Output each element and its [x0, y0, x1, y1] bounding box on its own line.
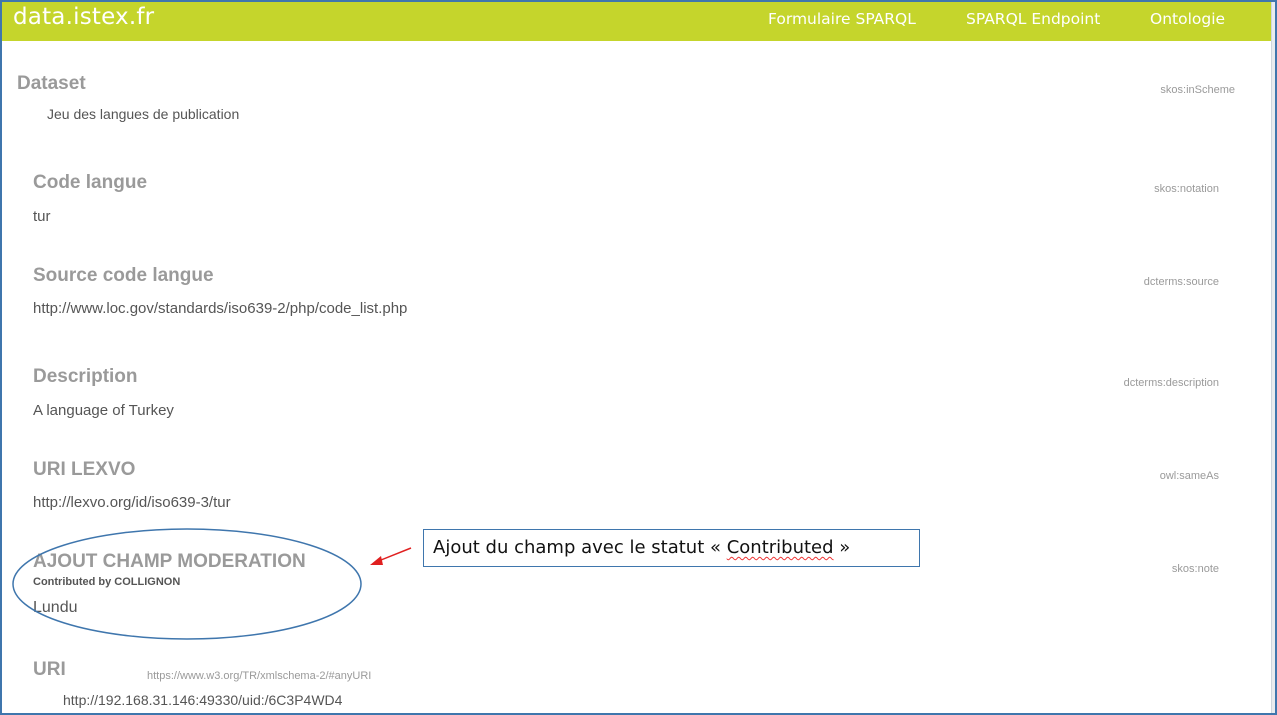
brand-logo[interactable]: data.istex.fr — [13, 4, 154, 30]
nav-link-ontology[interactable]: Ontologie — [1150, 10, 1225, 28]
field-value-description: A language of Turkey — [33, 402, 174, 419]
callout-arrow — [375, 547, 412, 563]
field-property-note: skos:note — [1171, 563, 1219, 575]
nav-link-sparql-endpoint[interactable]: SPARQL Endpoint — [966, 10, 1100, 28]
uri-value[interactable]: http://192.168.31.146:49330/uid:/6C3P4WD… — [63, 692, 342, 708]
field-property-sameas: owl:sameAs — [1159, 470, 1219, 482]
contributed-by-label: Contributed by COLLIGNON — [33, 576, 181, 588]
dataset-label: Dataset — [17, 73, 86, 94]
field-label-moderation: AJOUT CHAMP MODERATION — [33, 551, 306, 572]
nav-link-sparql-form[interactable]: Formulaire SPARQL — [768, 10, 916, 28]
field-label-uri: URI — [33, 659, 66, 680]
field-value-code-langue: tur — [33, 208, 51, 225]
callout-text-highlight: Contributed — [726, 537, 834, 558]
scrollbar[interactable] — [1271, 0, 1277, 715]
callout-arrow-head — [370, 556, 383, 565]
field-value-source-code-langue[interactable]: http://www.loc.gov/standards/iso639-2/ph… — [33, 300, 407, 317]
field-label-source-code-langue: Source code langue — [33, 265, 214, 286]
field-label-code-langue: Code langue — [33, 172, 148, 193]
top-navbar: data.istex.fr Formulaire SPARQL SPARQL E… — [2, 0, 1271, 41]
field-property-source: dcterms:source — [1143, 276, 1219, 288]
annotation-callout: Ajout du champ avec le statut « Contribu… — [423, 529, 920, 567]
field-label-uri-lexvo: URI LEXVO — [33, 459, 136, 480]
dataset-value[interactable]: Jeu des langues de publication — [47, 106, 239, 122]
callout-text-after: » — [833, 537, 851, 558]
field-label-description: Description — [33, 366, 138, 387]
field-property-code-langue: skos:notation — [1154, 183, 1219, 195]
uri-datatype[interactable]: https://www.w3.org/TR/xmlschema-2/#anyUR… — [147, 670, 371, 682]
field-value-uri-lexvo[interactable]: http://lexvo.org/id/iso639-3/tur — [33, 494, 231, 511]
field-property-description: dcterms:description — [1123, 377, 1219, 389]
dataset-property: skos:inScheme — [1160, 84, 1235, 96]
callout-text-before: Ajout du champ avec le statut « — [433, 537, 727, 558]
field-value-moderation: Lundu — [33, 599, 78, 616]
